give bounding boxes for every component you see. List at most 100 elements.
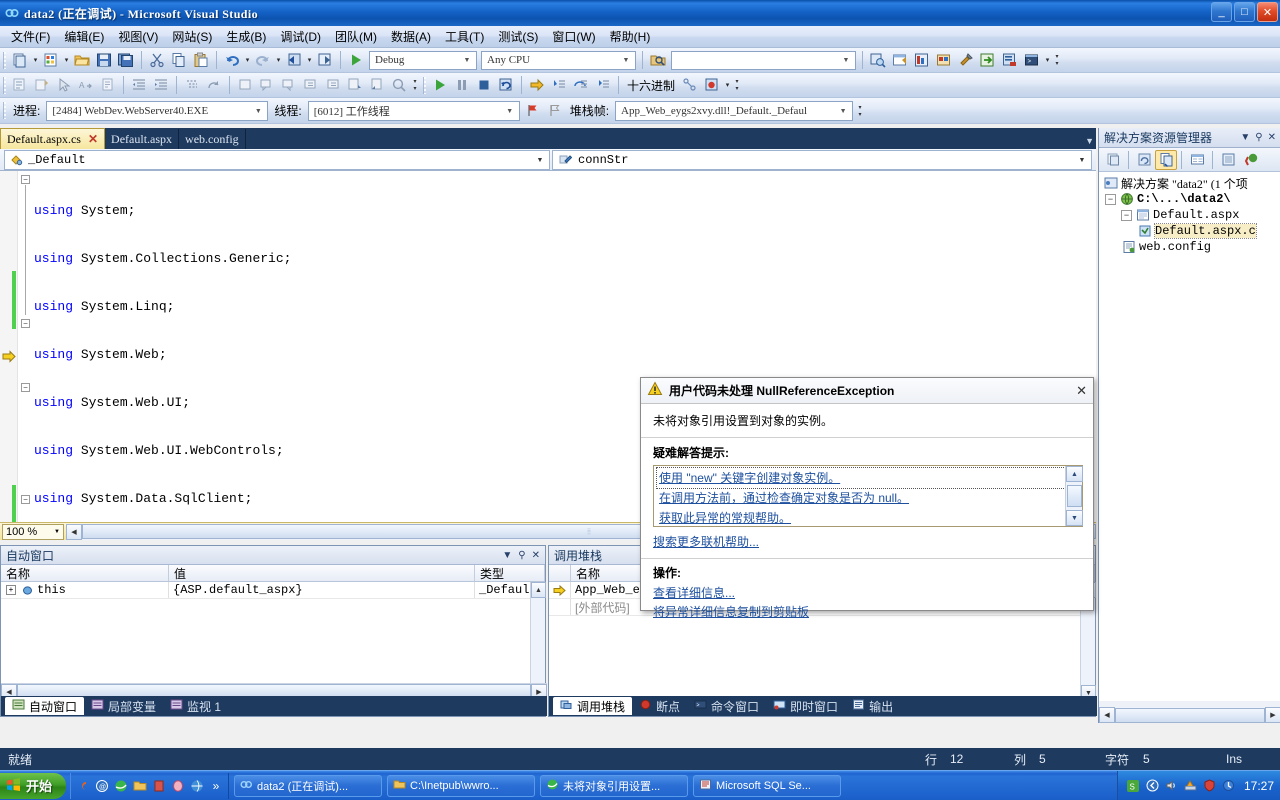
refresh-icon[interactable] (1133, 150, 1155, 170)
menu-edit[interactable]: 编辑(E) (57, 26, 111, 47)
undo-dropdown-icon[interactable]: ▾ (243, 50, 252, 71)
add-new-data-source-icon[interactable] (977, 50, 999, 71)
pin-icon[interactable]: ⚲ (518, 550, 525, 561)
browser-icon[interactable] (189, 778, 205, 794)
chevron-down-icon[interactable]: ▼ (1240, 132, 1250, 143)
chevron-down-icon[interactable]: ▼ (1075, 156, 1089, 164)
scroll-thumb[interactable] (1066, 485, 1082, 507)
step-into-icon[interactable] (548, 75, 570, 96)
maximize-button[interactable]: □ (1234, 2, 1255, 22)
member-navigation-combo[interactable]: connStr ▼ (552, 149, 1092, 170)
editor-indicator-margin[interactable] (0, 171, 18, 522)
expand-all-icon[interactable] (203, 75, 225, 96)
start-debugging-icon[interactable] (345, 50, 367, 71)
taskbar-item-visual-studio[interactable]: data2 (正在调试)... (234, 774, 383, 797)
tip-link-new-keyword[interactable]: 使用 "new" 关键字创建对象实例。 (656, 467, 1066, 489)
navigate-backward-icon[interactable] (283, 50, 305, 71)
start-button[interactable]: 开始 (0, 772, 67, 799)
process-combo[interactable]: [2484] WebDev.WebServer40.EXE ▼ (46, 100, 269, 121)
break-all-icon[interactable] (451, 75, 473, 96)
add-new-item-dropdown-icon[interactable]: ▾ (62, 50, 71, 71)
find-in-files-icon[interactable] (647, 50, 669, 71)
restart-icon[interactable] (495, 75, 517, 96)
chevron-down-icon[interactable]: ▼ (836, 102, 850, 119)
autos-row-value[interactable]: {ASP.default_aspx} (169, 582, 475, 598)
menu-window[interactable]: 窗口(W) (545, 26, 602, 47)
tips-vertical-scrollbar[interactable]: ▲ ▼ (1065, 466, 1083, 526)
tree-node-default-aspx-cs[interactable]: Default.aspx.c (1099, 223, 1280, 239)
menu-team[interactable]: 团队(M) (328, 26, 384, 47)
increase-indent-icon[interactable] (150, 75, 172, 96)
taskbar-item-sql-server[interactable]: Microsoft SQL Se... (693, 774, 842, 797)
command-window-icon[interactable]: > (1021, 50, 1043, 71)
security-icon[interactable] (1202, 778, 1217, 793)
show-threads-icon[interactable] (679, 75, 701, 96)
expand-toggle-icon[interactable]: − (1121, 209, 1132, 221)
update-icon[interactable] (1221, 778, 1236, 793)
toolbar-grip[interactable] (3, 51, 6, 69)
chevron-down-icon[interactable]: ▼ (839, 52, 853, 69)
new-project-icon[interactable] (9, 50, 31, 71)
menu-file[interactable]: 文件(F) (4, 26, 57, 47)
tree-node-web-config[interactable]: web.config (1099, 239, 1280, 255)
tab-web-config[interactable]: web.config (179, 129, 246, 149)
table-row[interactable]: + this {ASP.default_aspx} _Default (1, 582, 545, 599)
unflag-thread-icon[interactable] (544, 100, 566, 121)
copy-exception-detail-link[interactable]: 将异常详细信息复制到剪贴板 (653, 603, 1093, 622)
toolbar-grip[interactable] (3, 76, 6, 94)
find-combo[interactable]: ▼ (671, 50, 856, 70)
scroll-left-button[interactable]: ◀ (1099, 707, 1115, 723)
view-detail-link[interactable]: 查看详细信息... (653, 584, 1093, 603)
close-icon[interactable]: ✕ (1268, 132, 1276, 143)
exception-assistant-popup[interactable]: 用户代码未处理 NullReferenceException ✕ 未将对象引用设… (640, 377, 1094, 619)
toolbar-grip[interactable] (3, 102, 6, 119)
undo-icon[interactable] (221, 50, 243, 71)
breakpoint-window-icon[interactable] (701, 75, 723, 96)
add-new-item-icon[interactable] (40, 50, 62, 71)
column-header-name[interactable]: 名称 (1, 565, 169, 581)
command-window-dropdown-icon[interactable]: ▾ (1043, 50, 1052, 71)
scroll-right-button[interactable]: ▶ (1265, 707, 1280, 723)
nuget-icon[interactable] (1239, 150, 1261, 170)
show-all-files-icon[interactable] (1155, 149, 1177, 170)
tab-locals[interactable]: 局部变量 (84, 697, 163, 715)
display-class-view-icon[interactable] (9, 75, 31, 96)
folder-icon[interactable] (132, 778, 148, 794)
close-icon[interactable]: ✕ (88, 132, 98, 147)
menu-build[interactable]: 生成(B) (219, 26, 273, 47)
solution-explorer-hscrollbar[interactable]: ◀ ▶ (1099, 707, 1280, 723)
tab-list-dropdown-icon[interactable]: ▼ (1085, 136, 1094, 146)
scroll-up-button[interactable]: ▲ (1066, 466, 1083, 482)
step-out-icon[interactable] (592, 75, 614, 96)
solution-explorer-icon[interactable] (867, 50, 889, 71)
sogou-icon[interactable] (75, 778, 91, 794)
view-code-icon[interactable] (1217, 150, 1239, 170)
paste-icon[interactable] (190, 50, 212, 71)
settings-icon[interactable] (955, 50, 977, 71)
ie-icon[interactable] (113, 778, 129, 794)
chevron-down-icon[interactable]: ▼ (251, 102, 265, 119)
tab-default-aspx[interactable]: Default.aspx (105, 129, 180, 149)
previous-bookmark-icon[interactable] (278, 75, 300, 96)
outlining-toggle-icon[interactable]: − (21, 383, 30, 392)
chevron-down-icon[interactable]: ▼ (533, 156, 547, 164)
view-designer-icon[interactable] (1186, 150, 1208, 170)
insert-snippet-icon[interactable] (31, 75, 53, 96)
properties-icon[interactable] (1102, 150, 1124, 170)
pin-icon[interactable]: ⚲ (1255, 132, 1262, 143)
sogou-tray-icon[interactable]: S (1126, 778, 1141, 793)
solution-tree[interactable]: 解决方案 "data2" (1 个项 − C:\...\data2\ − Def… (1099, 172, 1280, 701)
next-bookmark-folder-icon[interactable] (300, 75, 322, 96)
taskbar-item-browser[interactable]: 未将对象引用设置... (540, 774, 689, 797)
chevron-down-icon[interactable]: ▼ (503, 102, 517, 119)
taskbar-clock[interactable]: 17:27 (1244, 779, 1274, 793)
tips-list[interactable]: 使用 "new" 关键字创建对象实例。 在调用方法前，通过检查确定对象是否为 n… (654, 466, 1066, 528)
tip-link-null-check[interactable]: 在调用方法前，通过检查确定对象是否为 null。 (657, 488, 1065, 508)
search-more-online-help-link[interactable]: 搜索更多联机帮助... (653, 535, 759, 549)
stop-debugging-icon[interactable] (473, 75, 495, 96)
outlining-toggle-icon[interactable]: − (21, 319, 30, 328)
qq-icon[interactable] (170, 778, 186, 794)
prev-bookmark-folder-icon[interactable] (322, 75, 344, 96)
menu-view[interactable]: 视图(V) (111, 26, 165, 47)
tip-link-general-help[interactable]: 获取此异常的常规帮助。 (657, 508, 1065, 528)
